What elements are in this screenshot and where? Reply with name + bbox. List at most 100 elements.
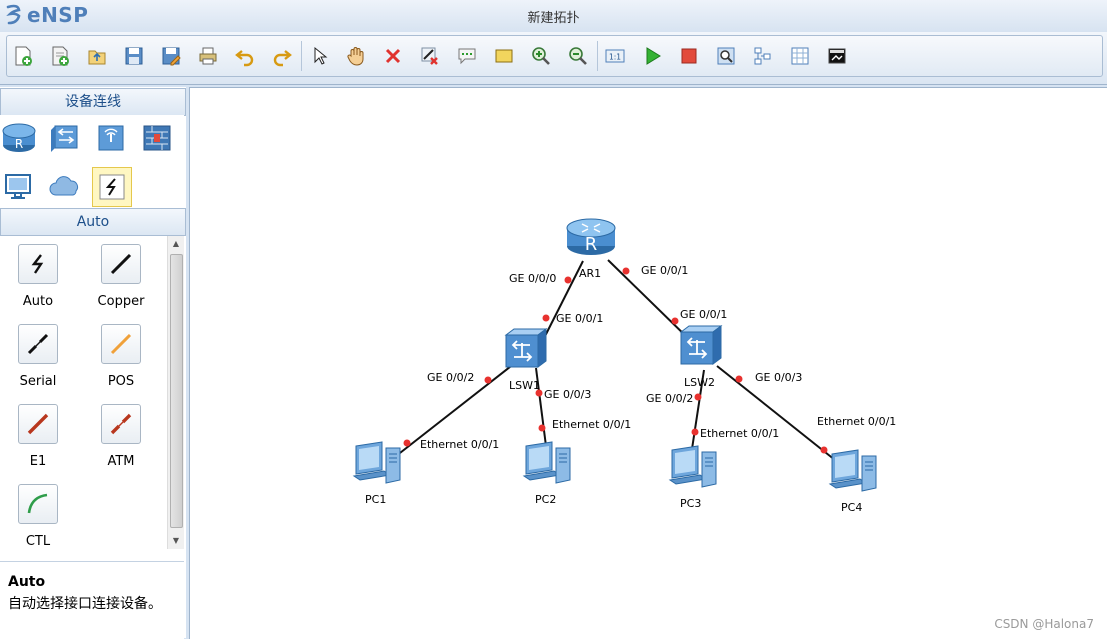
atm-link-icon <box>101 404 141 444</box>
connection-list-scrollbar[interactable]: ▲ ▼ <box>167 236 184 549</box>
pc-icon[interactable] <box>523 441 571 484</box>
switch-icon[interactable] <box>680 325 722 365</box>
connection-type-list: Auto Copper Serial POS E1 ATM CTL <box>0 236 166 549</box>
add-shape-icon[interactable] <box>492 44 516 68</box>
router-icon[interactable] <box>566 218 616 256</box>
delete-link-icon[interactable] <box>418 44 442 68</box>
port-label: GE 0/0/2 <box>646 392 693 405</box>
cloud-icon[interactable] <box>46 167 84 205</box>
connection-label: E1 <box>29 454 47 469</box>
scroll-down-arrow-icon[interactable]: ▼ <box>168 533 184 549</box>
pan-hand-icon[interactable] <box>344 44 368 68</box>
devices-header: 设备连线 <box>0 88 186 116</box>
toolbar-separator <box>597 41 598 71</box>
connection-serial[interactable]: Serial <box>0 316 80 394</box>
toolbar-separator <box>301 41 302 71</box>
port-label: GE 0/0/3 <box>544 388 591 401</box>
device-label-pc1: PC1 <box>365 493 386 506</box>
start-device-icon[interactable] <box>640 44 664 68</box>
left-panel: 设备连线 R Auto Auto Copper Serial POS E1 AT… <box>0 87 186 639</box>
port-dot <box>691 428 699 436</box>
connections-header: Auto <box>0 208 186 236</box>
wlan-icon[interactable] <box>92 119 130 157</box>
router-icon[interactable]: R <box>0 119 38 157</box>
port-dot <box>694 393 702 401</box>
port-dot <box>622 267 630 275</box>
delete-icon[interactable] <box>381 44 405 68</box>
device-label-lsw2: LSW2 <box>684 376 715 389</box>
port-dot <box>671 317 679 325</box>
port-dot <box>484 376 492 384</box>
port-label: Ethernet 0/0/1 <box>817 415 896 428</box>
port-dot <box>564 276 572 284</box>
console-icon[interactable] <box>825 44 849 68</box>
connection-label: Copper <box>97 294 145 309</box>
terminal-pc-icon[interactable] <box>0 167 38 205</box>
connection-label: POS <box>107 374 135 389</box>
port-label: GE 0/0/1 <box>680 308 727 321</box>
select-pointer-icon[interactable] <box>307 44 331 68</box>
connection-copper[interactable]: Copper <box>83 236 163 314</box>
copper-link-icon <box>101 244 141 284</box>
connection-ctl[interactable]: CTL <box>0 476 80 549</box>
description-title: Auto <box>8 574 46 590</box>
scroll-up-arrow-icon[interactable]: ▲ <box>168 236 184 252</box>
pc-icon[interactable] <box>829 449 877 492</box>
auto-link-icon <box>18 244 58 284</box>
switch-icon[interactable] <box>46 119 84 157</box>
title-bar: eNSP 新建拓扑 <box>0 0 1107 32</box>
connection-description: Auto 自动选择接口连接设备。 <box>0 561 184 639</box>
new-topology-icon[interactable] <box>11 44 35 68</box>
connection-icon[interactable] <box>92 167 132 207</box>
svg-text:1:1: 1:1 <box>609 53 621 62</box>
port-label: GE 0/0/0 <box>509 272 556 285</box>
connection-label: CTL <box>25 534 51 549</box>
connection-label: Auto <box>22 294 54 309</box>
pc-icon[interactable] <box>353 441 401 484</box>
connection-e1[interactable]: E1 <box>0 396 80 474</box>
interface-number-icon[interactable]: 1:1 <box>603 44 627 68</box>
scrollbar-thumb[interactable] <box>170 254 183 528</box>
port-dot <box>542 314 550 322</box>
watermark: CSDN @Halona7 <box>994 617 1094 631</box>
zoom-in-icon[interactable] <box>529 44 553 68</box>
serial-link-icon <box>18 324 58 364</box>
port-label: GE 0/0/2 <box>427 371 474 384</box>
connection-pos[interactable]: POS <box>83 316 163 394</box>
device-label-pc3: PC3 <box>680 497 701 510</box>
port-dot <box>403 439 411 447</box>
add-text-icon[interactable] <box>455 44 479 68</box>
connection-auto[interactable]: Auto <box>0 236 80 314</box>
device-label-pc2: PC2 <box>535 493 556 506</box>
switch-icon[interactable] <box>505 328 547 368</box>
save-icon[interactable] <box>122 44 146 68</box>
firewall-icon[interactable] <box>138 119 176 157</box>
open-icon[interactable] <box>85 44 109 68</box>
redo-icon[interactable] <box>270 44 294 68</box>
topology-canvas[interactable]: R AR1 LSW1 LSW2 PC1 PC2 PC3 PC4 GE 0/0/0… <box>189 87 1107 639</box>
device-label-lsw1: LSW1 <box>509 379 540 392</box>
stop-device-icon[interactable] <box>677 44 701 68</box>
connection-atm[interactable]: ATM <box>83 396 163 474</box>
undo-icon[interactable] <box>233 44 257 68</box>
new-from-example-icon[interactable] <box>48 44 72 68</box>
zoom-out-icon[interactable] <box>566 44 590 68</box>
print-icon[interactable] <box>196 44 220 68</box>
pc-icon[interactable] <box>669 445 717 488</box>
save-as-icon[interactable] <box>159 44 183 68</box>
capture-data-icon[interactable] <box>714 44 738 68</box>
port-dot <box>735 375 743 383</box>
port-label: GE 0/0/3 <box>755 371 802 384</box>
port-label: GE 0/0/1 <box>641 264 688 277</box>
port-dot <box>820 446 828 454</box>
ctl-link-icon <box>18 484 58 524</box>
e1-link-icon <box>18 404 58 444</box>
topology-manager-icon[interactable] <box>788 44 812 68</box>
port-label: Ethernet 0/0/1 <box>700 427 779 440</box>
show-grid-icon[interactable] <box>751 44 775 68</box>
device-label-ar1: AR1 <box>579 267 601 280</box>
description-text: 自动选择接口连接设备。 <box>8 596 162 612</box>
topology-diagram: R AR1 LSW1 LSW2 PC1 PC2 PC3 PC4 GE 0/0/0… <box>353 218 896 514</box>
port-label: Ethernet 0/0/1 <box>552 418 631 431</box>
port-label: GE 0/0/1 <box>556 312 603 325</box>
